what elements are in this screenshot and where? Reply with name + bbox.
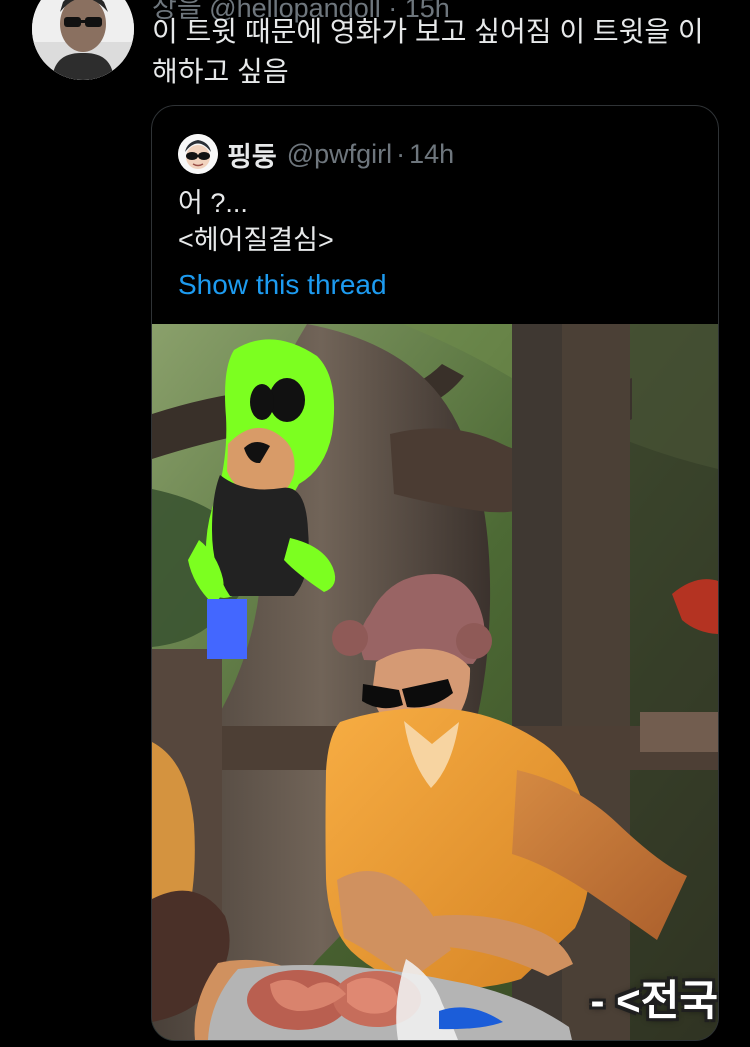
tweet-screen: 장을 @hellopandoll · 15h 이 트윗 때문에 영화가 보고 싶…	[0, 0, 750, 1047]
quoted-tweet-time[interactable]: 14h	[409, 139, 454, 170]
scene-illustration	[152, 324, 718, 1040]
sunglasses-character-icon	[178, 134, 218, 174]
author-avatar[interactable]	[32, 0, 134, 80]
quoted-tweet-card[interactable]: 핑둥 @pwfgirl · 14h 어 ?... <헤어질결심> Show th…	[151, 105, 719, 1041]
metadata-separator: ·	[396, 138, 406, 169]
video-subtitle: - <전국	[590, 977, 718, 1024]
quoted-author-handle[interactable]: @pwfgirl	[287, 139, 392, 170]
tweet-text: 이 트윗 때문에 영화가 보고 싶어짐 이 트윗을 이 해하고 싶음	[152, 16, 704, 87]
quoted-tweet-header: 핑둥 @pwfgirl · 14h	[178, 134, 454, 174]
show-thread-link[interactable]: Show this thread	[178, 269, 387, 301]
quoted-author-avatar[interactable]	[178, 134, 218, 174]
quoted-tweet-image[interactable]: - <전국	[152, 324, 718, 1040]
avatar-photo-icon	[32, 0, 134, 80]
quoted-author-name[interactable]: 핑둥	[227, 135, 277, 174]
quoted-tweet-text: 어 ?... <헤어질결심>	[178, 188, 334, 255]
